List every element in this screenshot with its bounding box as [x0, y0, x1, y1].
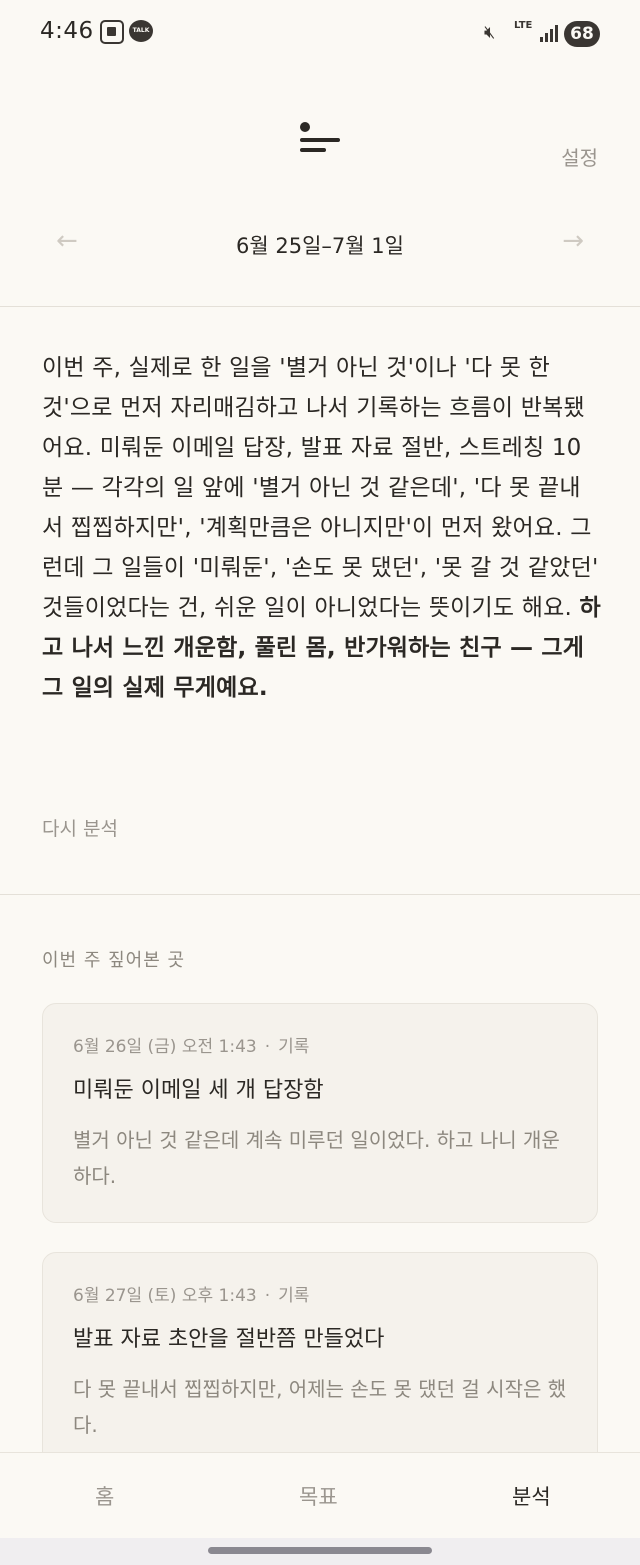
- entry-body: 다 못 끝내서 찝찝하지만, 어제는 손도 못 댔던 걸 시작은 했다.: [73, 1377, 567, 1437]
- meta-separator: ·: [264, 1286, 271, 1306]
- home-gesture-bar[interactable]: [208, 1547, 432, 1554]
- screenshot-icon: [100, 20, 124, 44]
- entry-title: 발표 자료 초안을 절반쯤 만들었다: [73, 1327, 385, 1352]
- entry-card[interactable]: 6월 26일 (금) 오전 1:43 · 기록 미뤄둔 이메일 세 개 답장함 별거…: [42, 1003, 598, 1223]
- nav-analysis[interactable]: 분석: [512, 1481, 551, 1511]
- bottom-navigation: 홈 목표 분석: [0, 1452, 640, 1538]
- app-logo-icon: [298, 118, 344, 158]
- entry-type: 기록: [278, 1286, 310, 1306]
- reanalyze-button[interactable]: 다시 분석: [42, 814, 118, 841]
- nav-home[interactable]: 홈: [95, 1481, 114, 1511]
- signal-icon: [540, 24, 558, 42]
- entry-date: 6월 26일 (금) 오전 1:43: [73, 1037, 257, 1057]
- talk-icon: TALK: [129, 20, 153, 42]
- status-bar: 4:46 TALK 🔇︎ LTE 68: [0, 0, 640, 68]
- week-range-label: 6월 25일–7월 1일: [236, 234, 404, 258]
- lte-icon: LTE: [514, 20, 533, 31]
- nav-goals[interactable]: 목표: [299, 1481, 338, 1511]
- next-week-arrow-icon[interactable]: →: [562, 226, 584, 256]
- divider: [0, 306, 640, 307]
- entry-body: 별거 아닌 것 같은데 계속 미루던 일이었다. 하고 나니 개운하다.: [73, 1128, 560, 1188]
- battery-icon: 68: [564, 21, 600, 47]
- entry-title: 미뤄둔 이메일 세 개 답장함: [73, 1078, 324, 1103]
- entry-meta: 6월 27일 (토) 오후 1:43 · 기록: [73, 1281, 309, 1306]
- entry-type: 기록: [278, 1037, 310, 1057]
- divider: [0, 894, 640, 895]
- meta-separator: ·: [264, 1037, 271, 1057]
- mute-icon: 🔇︎: [484, 22, 496, 43]
- summary-body: 이번 주, 실제로 한 일을 '별거 아닌 것'이나 '다 못 한 것'으로 먼…: [42, 355, 599, 621]
- settings-button[interactable]: 설정: [561, 142, 598, 171]
- entry-meta: 6월 26일 (금) 오전 1:43 · 기록: [73, 1032, 309, 1057]
- week-navigator: ← 6월 25일–7월 1일 →: [0, 226, 640, 266]
- analysis-screen: 4:46 TALK 🔇︎ LTE 68 설정 ← 6월 25일–7월 1일 → …: [0, 0, 640, 1565]
- status-time: 4:46: [40, 18, 94, 44]
- weekly-summary-text: 이번 주, 실제로 한 일을 '별거 아닌 것'이나 '다 못 한 것'으로 먼…: [42, 348, 602, 708]
- section-title: 이번 주 짚어본 곳: [42, 950, 186, 971]
- entry-date: 6월 27일 (토) 오후 1:43: [73, 1286, 257, 1306]
